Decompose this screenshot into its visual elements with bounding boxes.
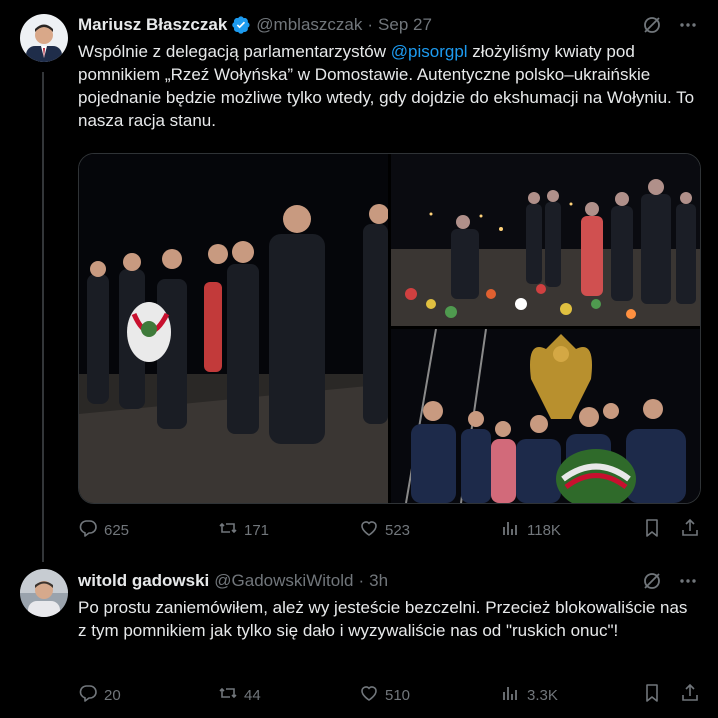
like-button[interactable]: 510 [359, 683, 410, 707]
reply-icon [78, 518, 98, 542]
views-count: 118K [527, 521, 561, 539]
avatar[interactable] [20, 14, 68, 62]
bookmark-button[interactable] [642, 683, 662, 707]
grok-icon[interactable] [642, 15, 662, 40]
tweet-actions: 625 171 523 118K [78, 518, 698, 542]
repost-count: 44 [244, 686, 261, 704]
photo-procession[interactable] [79, 154, 388, 503]
bookmark-button[interactable] [642, 518, 662, 542]
tweet-header: witold gadowski @GadowskiWitold · 3h [78, 571, 388, 591]
author-handle[interactable]: @GadowskiWitold [214, 571, 353, 591]
verified-badge-icon [231, 15, 251, 35]
share-icon [680, 683, 700, 707]
views-icon [501, 518, 521, 542]
tweet-text-start: Wspólnie z delegacją parlamentarzystów [78, 42, 391, 61]
tweet-date[interactable]: Sep 27 [378, 15, 432, 35]
tweet-date[interactable]: 3h [369, 571, 388, 591]
like-button[interactable]: 523 [359, 518, 410, 542]
repost-icon [218, 683, 238, 707]
mention-link[interactable]: @pisorgpl [391, 42, 468, 61]
views-button[interactable]: 3.3K [501, 683, 558, 707]
tweet-text: Wspólnie z delegacją parlamentarzystów @… [78, 40, 698, 132]
tweet-header: Mariusz Błaszczak @mblaszczak · Sep 27 [78, 15, 432, 35]
views-count: 3.3K [527, 686, 558, 704]
thread-line [42, 72, 44, 562]
tweet-media[interactable] [78, 153, 701, 504]
like-icon [359, 518, 379, 542]
share-icon [680, 518, 700, 542]
bookmark-icon [642, 518, 662, 542]
tweet-top-actions [642, 15, 698, 40]
author-handle[interactable]: @mblaszczak [256, 15, 362, 35]
repost-button[interactable]: 171 [218, 518, 269, 542]
more-icon[interactable] [678, 571, 698, 596]
views-icon [501, 683, 521, 707]
tweet-1[interactable]: Mariusz Błaszczak @mblaszczak · Sep 27 W… [0, 0, 718, 562]
tweet-2[interactable]: witold gadowski @GadowskiWitold · 3h Po … [0, 560, 718, 718]
author-name[interactable]: Mariusz Błaszczak [78, 15, 227, 35]
like-count: 510 [385, 686, 411, 704]
share-button[interactable] [680, 518, 700, 542]
separator: · [367, 15, 374, 34]
bookmark-icon [642, 683, 662, 707]
avatar[interactable] [20, 569, 68, 617]
tweet-top-actions [642, 571, 698, 596]
repost-count: 171 [244, 521, 270, 539]
author-name[interactable]: witold gadowski [78, 571, 209, 591]
share-button[interactable] [680, 683, 700, 707]
repost-icon [218, 518, 238, 542]
repost-button[interactable]: 44 [218, 683, 261, 707]
views-button[interactable]: 118K [501, 518, 561, 542]
like-count: 523 [385, 521, 411, 539]
tweet-text: Po prostu zaniemówiłem, ależ wy jesteści… [78, 598, 693, 640]
tweet-actions: 20 44 510 3.3K [78, 683, 698, 707]
more-icon[interactable] [678, 15, 698, 40]
reply-button[interactable]: 625 [78, 518, 129, 542]
reply-count: 625 [104, 521, 130, 539]
reply-count: 20 [104, 686, 121, 704]
photo-group-monument[interactable] [391, 329, 700, 503]
reply-icon [78, 683, 98, 707]
like-icon [359, 683, 379, 707]
photo-wreath-laying[interactable] [391, 154, 700, 326]
grok-icon[interactable] [642, 571, 662, 596]
reply-button[interactable]: 20 [78, 683, 121, 707]
separator: · [358, 571, 365, 590]
